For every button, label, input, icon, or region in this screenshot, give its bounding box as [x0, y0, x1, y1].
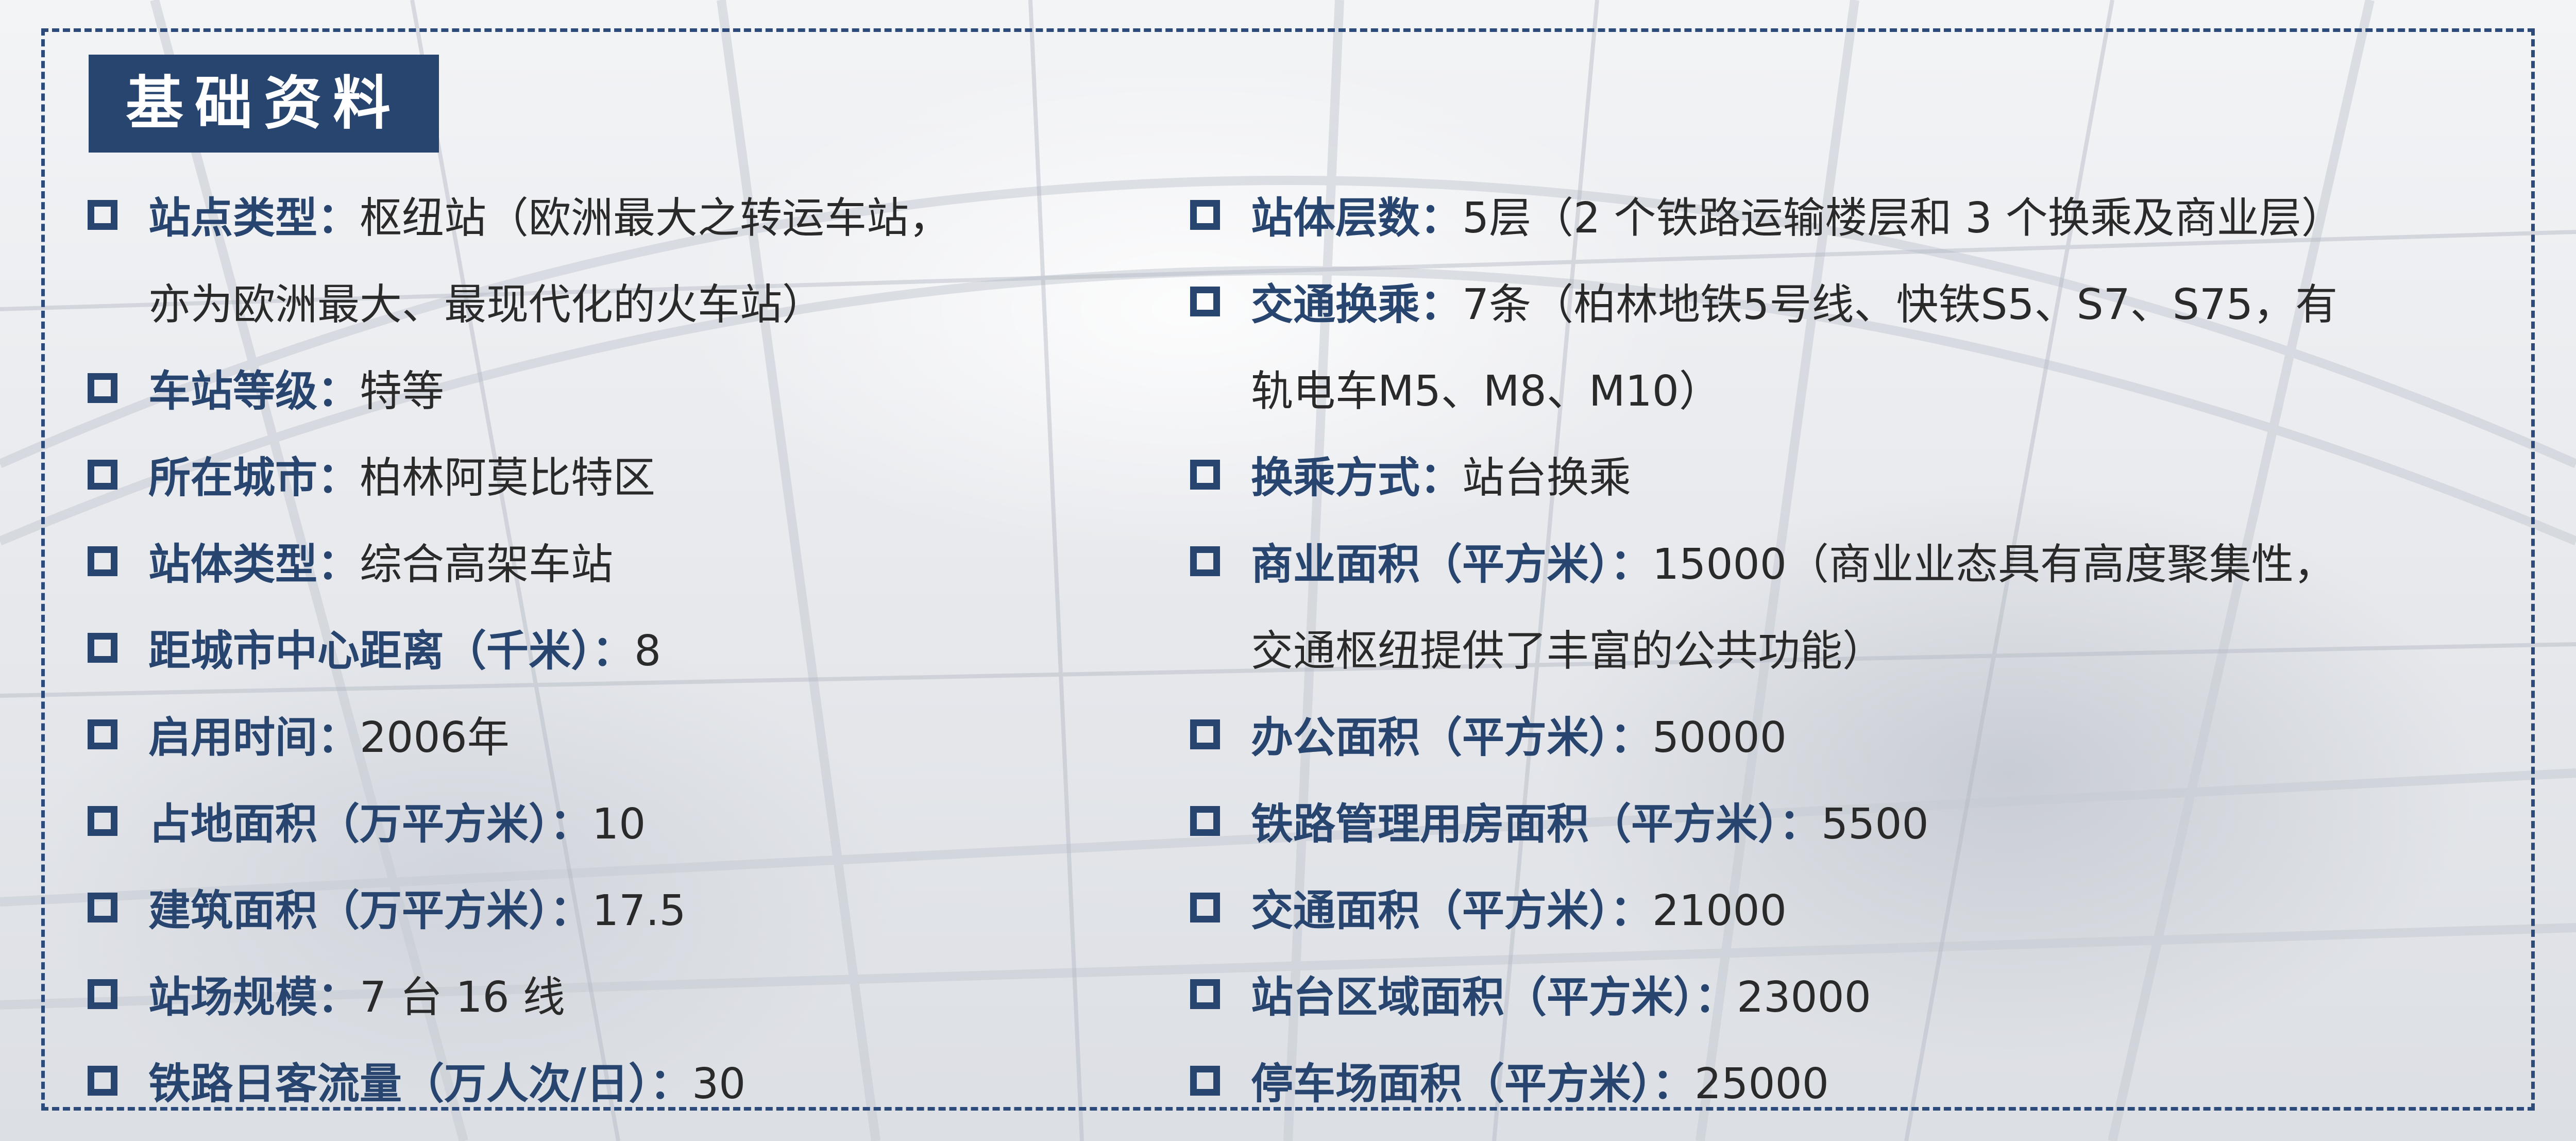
section-title: 基础资料	[126, 70, 402, 137]
list-item: 建筑面积（万平方米）：17.5	[88, 868, 1149, 954]
checkbox-icon	[88, 633, 117, 663]
list-item: 启用时间：2006年	[88, 695, 1149, 781]
list-item: 停车场面积（平方米）：25000	[1190, 1041, 2540, 1128]
item-label: 办公面积（平方米）：	[1251, 713, 1653, 762]
checkbox-icon	[1190, 546, 1220, 576]
checkbox-icon	[88, 719, 117, 749]
item-value: 5500	[1821, 800, 1929, 849]
checkbox-icon	[1190, 979, 1220, 1009]
list-item: 换乘方式：站台换乘	[1190, 435, 2540, 522]
item-label: 停车场面积（平方米）：	[1251, 1060, 1695, 1109]
item-label: 车站等级：	[148, 367, 360, 416]
item-value: 30	[691, 1060, 746, 1109]
list-item: 铁路日客流量（万人次/日）：30	[88, 1041, 1149, 1128]
item-value: 枢纽站（欧洲最大之转运车站，	[360, 194, 952, 243]
item-label: 站点类型：	[148, 194, 360, 243]
item-value-continued: 亦为欧洲最大、最现代化的火车站）	[148, 280, 825, 329]
item-label: 站体层数：	[1251, 194, 1463, 243]
list-item: 交通面积（平方米）：21000	[1190, 868, 2540, 954]
checkbox-icon	[88, 1066, 117, 1096]
checkbox-icon	[1190, 806, 1220, 836]
checkbox-icon	[1190, 460, 1220, 490]
item-value: 柏林阿莫比特区	[360, 454, 656, 502]
item-value-continued: 交通枢纽提供了丰富的公共功能）	[1251, 627, 1885, 676]
item-label: 铁路日客流量（万人次/日）：	[148, 1060, 692, 1109]
checkbox-icon	[88, 460, 117, 490]
list-item: 站体类型：综合高架车站	[88, 522, 1149, 608]
checkbox-icon	[88, 979, 117, 1009]
item-label: 铁路管理用房面积（平方米）：	[1251, 800, 1822, 849]
item-label: 站体类型：	[148, 540, 360, 589]
item-value: 7 台 16 线	[360, 973, 565, 1022]
item-label: 交通换乘：	[1251, 280, 1463, 329]
right-column: 站体层数：5层（2 个铁路运输楼层和 3 个换乘及商业层） 交通换乘：7条（柏林…	[1190, 175, 2540, 1128]
item-value: 站台换乘	[1462, 454, 1632, 502]
list-item: 所在城市：柏林阿莫比特区	[88, 435, 1149, 522]
item-label: 启用时间：	[148, 713, 360, 762]
checkbox-icon	[1190, 287, 1220, 316]
item-label: 站场规模：	[148, 973, 360, 1022]
checkbox-icon	[1190, 200, 1220, 230]
list-item: 占地面积（万平方米）：10	[88, 781, 1149, 868]
item-label: 建筑面积（万平方米）：	[148, 886, 592, 935]
list-item: 交通换乘：7条（柏林地铁5号线、快铁S5、S7、S75，有 轨电车M5、M8、M…	[1190, 262, 2540, 435]
list-item: 车站等级：特等	[88, 348, 1149, 435]
checkbox-icon	[88, 546, 117, 576]
item-value: 25000	[1694, 1060, 1829, 1109]
item-value: 17.5	[592, 886, 686, 935]
item-value: 7条（柏林地铁5号线、快铁S5、S7、S75，有	[1462, 280, 2338, 329]
item-label: 商业面积（平方米）：	[1251, 540, 1653, 589]
item-value: 23000	[1737, 973, 1871, 1022]
list-item: 距城市中心距离（千米）：8	[88, 608, 1149, 695]
checkbox-icon	[1190, 893, 1220, 922]
checkbox-icon	[88, 806, 117, 836]
section-title-box: 基础资料	[89, 55, 439, 153]
item-value: 综合高架车站	[360, 540, 614, 589]
item-label: 站台区域面积（平方米）：	[1251, 973, 1737, 1022]
item-value-continued: 轨电车M5、M8、M10）	[1251, 367, 1721, 416]
item-value: 2006年	[360, 713, 510, 762]
checkbox-icon	[1190, 719, 1220, 749]
checkbox-icon	[1190, 1066, 1220, 1096]
list-item: 站场规模：7 台 16 线	[88, 954, 1149, 1041]
item-value: 特等	[360, 367, 445, 416]
item-label: 换乘方式：	[1251, 454, 1463, 502]
list-item: 办公面积（平方米）：50000	[1190, 695, 2540, 781]
list-item: 铁路管理用房面积（平方米）：5500	[1190, 781, 2540, 868]
checkbox-icon	[88, 200, 117, 230]
list-item: 站体层数：5层（2 个铁路运输楼层和 3 个换乘及商业层）	[1190, 175, 2540, 262]
checkbox-icon	[88, 893, 117, 922]
item-value: 10	[592, 800, 646, 849]
list-item: 站点类型：枢纽站（欧洲最大之转运车站， 亦为欧洲最大、最现代化的火车站）	[88, 175, 1149, 348]
item-label: 距城市中心距离（千米）：	[148, 627, 635, 676]
item-value: 5层（2 个铁路运输楼层和 3 个换乘及商业层）	[1462, 194, 2344, 243]
item-label: 所在城市：	[148, 454, 360, 502]
list-item: 商业面积（平方米）：15000（商业业态具有高度聚集性， 交通枢纽提供了丰富的公…	[1190, 522, 2540, 695]
item-value: 15000（商业业态具有高度聚集性，	[1652, 540, 2336, 589]
list-item: 站台区域面积（平方米）：23000	[1190, 954, 2540, 1041]
checkbox-icon	[88, 373, 117, 403]
item-label: 交通面积（平方米）：	[1251, 886, 1653, 935]
left-column: 站点类型：枢纽站（欧洲最大之转运车站， 亦为欧洲最大、最现代化的火车站） 车站等…	[88, 175, 1149, 1128]
item-value: 50000	[1652, 713, 1787, 762]
item-value: 8	[634, 627, 662, 676]
item-label: 占地面积（万平方米）：	[148, 800, 592, 849]
item-value: 21000	[1652, 886, 1787, 935]
